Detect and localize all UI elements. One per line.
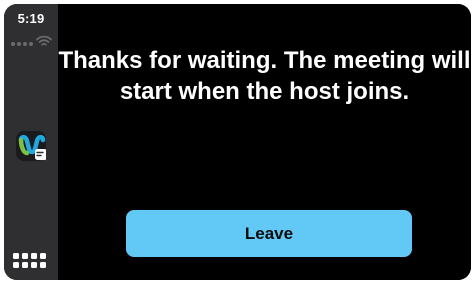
leave-button[interactable]: Leave — [126, 210, 412, 257]
wifi-icon — [36, 35, 52, 46]
meeting-waiting-panel: Thanks for waiting. The meeting will sta… — [58, 4, 471, 280]
app-grid-icon[interactable] — [13, 253, 46, 268]
webex-app-icon[interactable] — [16, 131, 46, 161]
carplay-screen: 5:19 Thanks for waiting. The meeting wil… — [4, 4, 471, 280]
waiting-message: Thanks for waiting. The meeting will sta… — [58, 47, 471, 105]
sidebar: 5:19 — [4, 4, 58, 280]
status-time: 5:19 — [17, 11, 45, 26]
cellular-signal-icon — [11, 42, 33, 46]
